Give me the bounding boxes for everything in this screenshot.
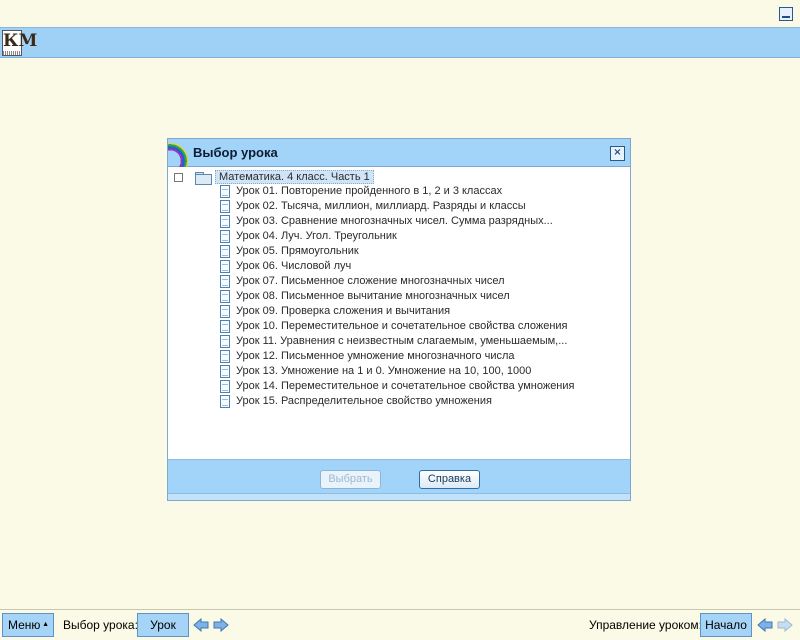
root-checkbox[interactable] xyxy=(174,173,183,182)
dialog-footer: Выбрать Справка xyxy=(168,459,630,493)
app-toolbar: КМ xyxy=(0,28,800,58)
lesson-label: Урок 12. Письменное умножение многозначн… xyxy=(236,350,515,362)
document-icon xyxy=(220,230,230,243)
start-button[interactable]: Начало xyxy=(700,613,752,637)
lesson-button[interactable]: Урок xyxy=(137,613,189,637)
close-icon[interactable]: × xyxy=(610,146,625,161)
document-icon xyxy=(220,245,230,258)
menu-button-label: Меню xyxy=(8,618,41,632)
lesson-label: Урок 07. Письменное сложение многозначны… xyxy=(236,275,505,287)
lesson-tree: Математика. 4 класс. Часть 1 Урок 01. По… xyxy=(168,168,630,459)
document-icon xyxy=(220,215,230,228)
document-icon xyxy=(220,260,230,273)
lesson-label: Урок 08. Письменное вычитание многозначн… xyxy=(236,290,510,302)
arrow-right-icon[interactable] xyxy=(213,618,229,632)
arrow-left-icon[interactable] xyxy=(193,618,209,632)
lesson-item[interactable]: Урок 08. Письменное вычитание многозначн… xyxy=(220,289,620,304)
lesson-item[interactable]: Урок 12. Письменное умножение многозначн… xyxy=(220,349,620,364)
lesson-label: Урок 02. Тысяча, миллион, миллиард. Разр… xyxy=(236,200,526,212)
document-icon xyxy=(220,320,230,333)
lesson-label: Урок 13. Умножение на 1 и 0. Умножение н… xyxy=(236,365,532,377)
status-bar: Меню ▲ Выбор урока: Урок Управление урок… xyxy=(0,609,800,640)
lesson-label: Урок 06. Числовой луч xyxy=(236,260,352,272)
lesson-item[interactable]: Урок 07. Письменное сложение многозначны… xyxy=(220,274,620,289)
lesson-label: Урок 15. Распределительное свойство умно… xyxy=(236,395,492,407)
arrow-right-icon[interactable] xyxy=(777,618,793,632)
lesson-select-label: Выбор урока: xyxy=(63,618,138,632)
lesson-label: Урок 11. Уравнения с неизвестным слагаем… xyxy=(236,335,568,347)
lesson-item[interactable]: Урок 06. Числовой луч xyxy=(220,259,620,274)
lesson-label: Урок 01. Повторение пройденного в 1, 2 и… xyxy=(236,185,503,197)
lesson-control-label: Управление уроком: xyxy=(589,618,702,632)
folder-icon xyxy=(195,172,212,185)
lesson-select-dialog: Выбор урока × Математика. 4 класс. Часть… xyxy=(167,138,631,501)
lesson-item[interactable]: Урок 15. Распределительное свойство умно… xyxy=(220,394,620,409)
select-button[interactable]: Выбрать xyxy=(320,470,381,489)
document-icon xyxy=(220,305,230,318)
lesson-item[interactable]: Урок 01. Повторение пройденного в 1, 2 и… xyxy=(220,184,620,199)
help-button[interactable]: Справка xyxy=(419,470,480,489)
top-strip xyxy=(0,0,800,28)
arrow-left-icon[interactable] xyxy=(757,618,773,632)
dialog-bottom-edge xyxy=(168,493,630,500)
lesson-item[interactable]: Урок 10. Переместительное и сочетательно… xyxy=(220,319,620,334)
document-icon xyxy=(220,335,230,348)
lesson-label: Урок 03. Сравнение многозначных чисел. С… xyxy=(236,215,553,227)
document-icon xyxy=(220,185,230,198)
lesson-item[interactable]: Урок 05. Прямоугольник xyxy=(220,244,620,259)
triangle-up-icon: ▲ xyxy=(42,621,49,628)
app-logo: КМ xyxy=(2,30,37,56)
menu-button[interactable]: Меню ▲ xyxy=(2,613,54,637)
rainbow-icon xyxy=(168,139,190,167)
lesson-label: Урок 04. Луч. Угол. Треугольник xyxy=(236,230,397,242)
lesson-item[interactable]: Урок 11. Уравнения с неизвестным слагаем… xyxy=(220,334,620,349)
lesson-item[interactable]: Урок 02. Тысяча, миллион, миллиард. Разр… xyxy=(220,199,620,214)
lesson-item[interactable]: Урок 09. Проверка сложения и вычитания xyxy=(220,304,620,319)
lesson-label: Урок 05. Прямоугольник xyxy=(236,245,359,257)
document-icon xyxy=(220,365,230,378)
dialog-title: Выбор урока xyxy=(193,145,278,160)
document-icon xyxy=(220,380,230,393)
lesson-item[interactable]: Урок 14. Переместительное и сочетательно… xyxy=(220,379,620,394)
document-icon xyxy=(220,200,230,213)
document-icon xyxy=(220,275,230,288)
tree-root-label[interactable]: Математика. 4 класс. Часть 1 xyxy=(215,170,374,184)
dialog-titlebar: Выбор урока × xyxy=(168,139,630,167)
document-icon xyxy=(220,290,230,303)
lesson-item[interactable]: Урок 04. Луч. Угол. Треугольник xyxy=(220,229,620,244)
document-icon xyxy=(220,395,230,408)
lesson-label: Урок 10. Переместительное и сочетательно… xyxy=(236,320,568,332)
document-icon xyxy=(220,350,230,363)
lesson-item[interactable]: Урок 03. Сравнение многозначных чисел. С… xyxy=(220,214,620,229)
lesson-item[interactable]: Урок 13. Умножение на 1 и 0. Умножение н… xyxy=(220,364,620,379)
lesson-label: Урок 09. Проверка сложения и вычитания xyxy=(236,305,451,317)
lesson-label: Урок 14. Переместительное и сочетательно… xyxy=(236,380,575,392)
minimize-icon[interactable] xyxy=(779,7,793,21)
lesson-list: Урок 01. Повторение пройденного в 1, 2 и… xyxy=(220,184,620,409)
